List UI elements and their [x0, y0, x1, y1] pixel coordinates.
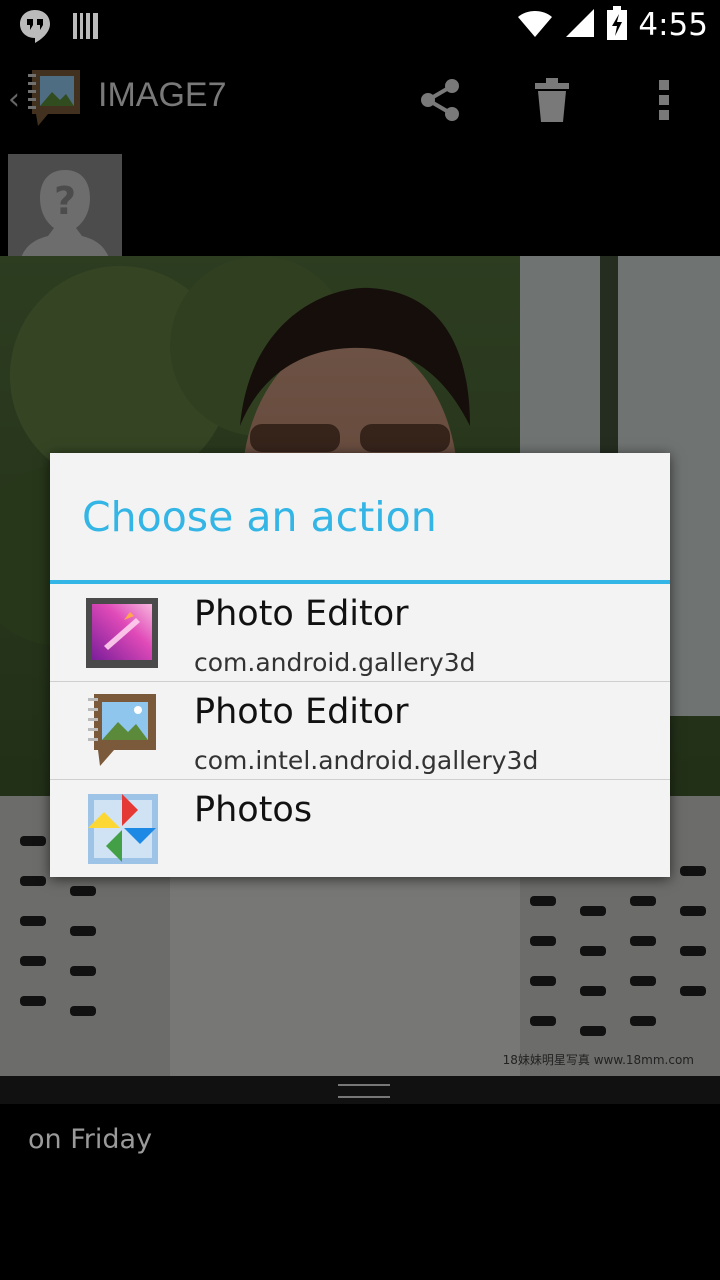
item-label: Photo Editor: [194, 594, 409, 634]
delete-icon[interactable]: [524, 72, 580, 128]
drawer-handle[interactable]: [0, 1076, 720, 1104]
svg-text:?: ?: [54, 179, 76, 223]
overflow-menu-icon[interactable]: [636, 72, 692, 128]
google-photos-icon: [84, 790, 160, 866]
hangouts-icon: [18, 8, 52, 48]
up-arrow-icon[interactable]: ‹: [8, 82, 20, 117]
barcode-icon: [72, 11, 100, 45]
status-bar: 4:55: [0, 0, 720, 50]
photo-watermark: 18妹妹明星写真 www.18mm.com: [502, 1053, 694, 1067]
item-label: Photos: [194, 790, 313, 830]
info-date-text: on Friday: [28, 1124, 153, 1155]
signal-icon: [564, 7, 596, 43]
app-notebook-icon[interactable]: [26, 66, 88, 128]
gallery-icon: [84, 594, 160, 670]
action-bar: ‹ IMAGE7: [0, 50, 720, 150]
battery-charging-icon: [606, 6, 628, 44]
item-package: com.android.gallery3d: [194, 648, 476, 677]
choose-action-dialog: Choose an action Photo Editor com.androi…: [50, 453, 670, 877]
dialog-title: Choose an action: [82, 493, 437, 541]
list-item[interactable]: Photo Editor com.android.gallery3d: [50, 584, 670, 682]
contact-avatar[interactable]: ?: [8, 154, 122, 268]
wifi-icon: [516, 7, 554, 43]
clock: 4:55: [638, 7, 708, 43]
page-title: IMAGE7: [98, 76, 227, 114]
share-icon[interactable]: [412, 72, 468, 128]
list-item[interactable]: Photo Editor com.intel.android.gallery3d: [50, 682, 670, 780]
drag-handle-icon: [338, 1084, 390, 1098]
list-item[interactable]: Photos: [50, 780, 670, 878]
item-package: com.intel.android.gallery3d: [194, 746, 539, 775]
item-label: Photo Editor: [194, 692, 409, 732]
notebook-gallery-icon: [84, 692, 160, 768]
